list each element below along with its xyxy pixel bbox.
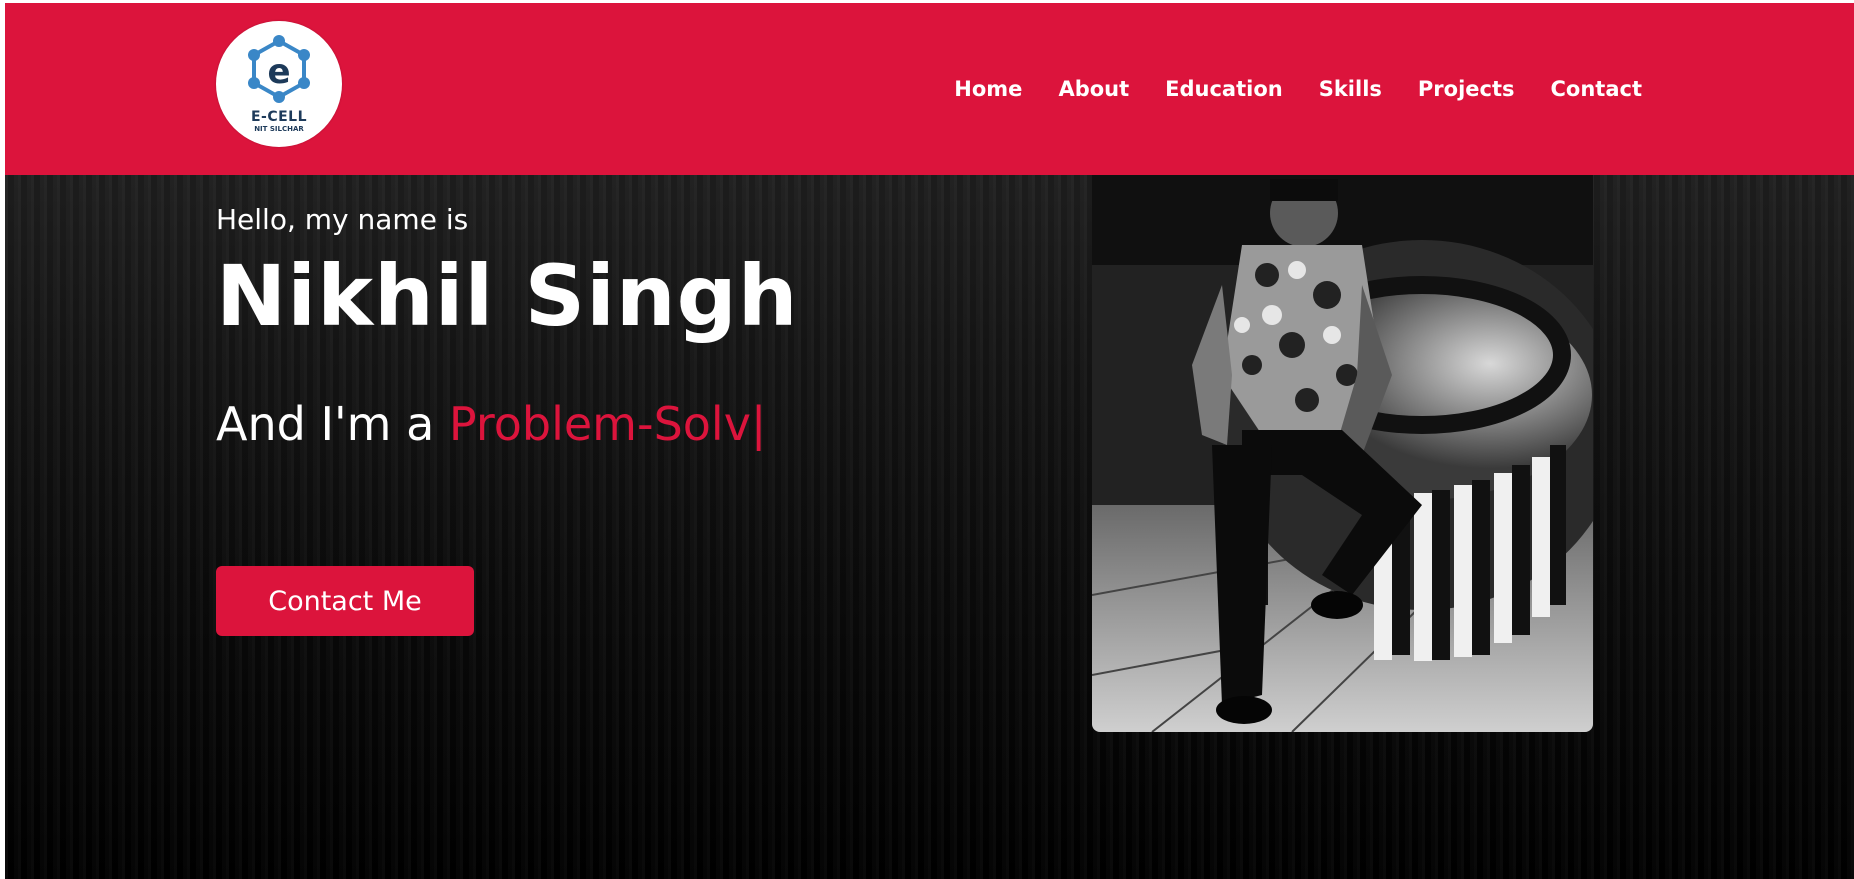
nav-education[interactable]: Education <box>1165 77 1283 101</box>
nav-contact[interactable]: Contact <box>1551 77 1643 101</box>
greeting-text: Hello, my name is <box>216 203 469 236</box>
page: e E-CELL NIT SILCHAR Home About Educatio… <box>5 3 1854 879</box>
hero-section: Hello, my name is Nikhil Singh And I'm a… <box>5 175 1854 879</box>
navbar: e E-CELL NIT SILCHAR Home About Educatio… <box>5 3 1854 175</box>
logo-title: E-CELL <box>250 109 308 125</box>
nav-projects[interactable]: Projects <box>1418 77 1515 101</box>
role-prefix: And I'm a <box>216 397 435 451</box>
contact-me-button[interactable]: Contact Me <box>216 566 474 636</box>
logo[interactable]: e E-CELL NIT SILCHAR <box>216 21 342 147</box>
nav-home[interactable]: Home <box>954 77 1022 101</box>
hero-name: Nikhil Singh <box>216 247 799 345</box>
main-nav: Home About Education Skills Projects Con… <box>918 77 1642 101</box>
typed-role: Problem-Solv <box>448 397 751 451</box>
profile-photo <box>1092 175 1593 732</box>
svg-text:e: e <box>267 52 290 92</box>
logo-subtitle: NIT SILCHAR <box>254 125 304 133</box>
typing-cursor: | <box>750 397 767 451</box>
nav-skills[interactable]: Skills <box>1319 77 1382 101</box>
profile-photo-illustration <box>1092 175 1593 732</box>
role-line: And I'm a Problem-Solv| <box>216 397 766 451</box>
nav-about[interactable]: About <box>1058 77 1129 101</box>
